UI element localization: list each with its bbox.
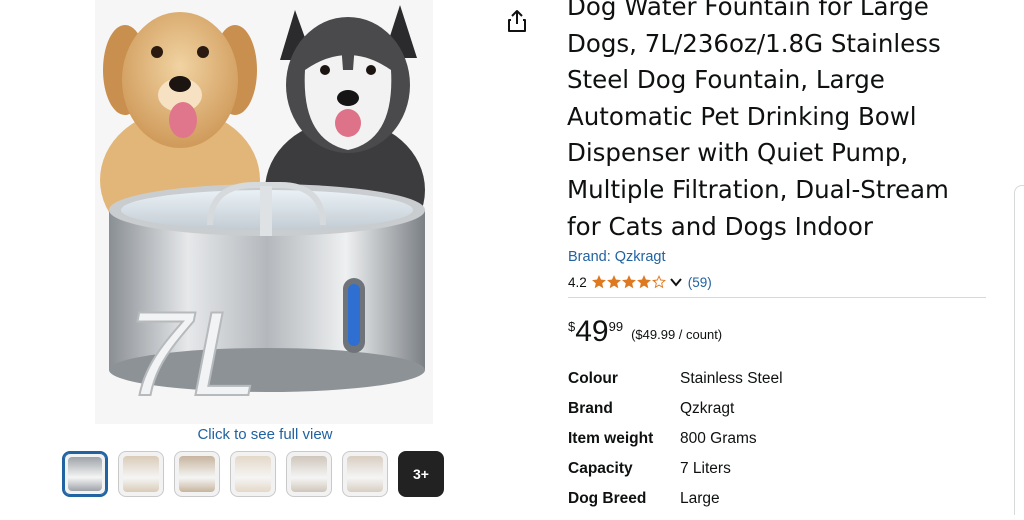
- spec-value: Qzkragt: [680, 400, 735, 417]
- thumbnail[interactable]: [342, 451, 388, 497]
- star-icon: [621, 275, 636, 289]
- thumbnail-strip: 3+: [62, 451, 444, 497]
- price-block: $ 49 99 ($49.99 / count): [568, 314, 722, 350]
- spec-label: Colour: [568, 370, 618, 387]
- spec-value: Stainless Steel: [680, 370, 783, 387]
- thumbnail[interactable]: [230, 451, 276, 497]
- main-product-image[interactable]: 7L: [95, 0, 433, 424]
- share-icon[interactable]: [504, 8, 530, 34]
- rating-row: 4.2 (59): [568, 273, 712, 291]
- star-icon: [606, 275, 621, 289]
- star-rating[interactable]: [591, 275, 666, 289]
- star-icon: [591, 275, 606, 289]
- spec-row: Item weight 800 Grams: [568, 430, 783, 460]
- star-icon: [636, 275, 651, 289]
- spec-label: Brand: [568, 400, 613, 417]
- thumbnail-image: [347, 456, 383, 492]
- spec-value: Large: [680, 490, 720, 507]
- thumbnail[interactable]: [286, 451, 332, 497]
- thumbnail-image: [291, 456, 327, 492]
- spec-value: 7 Liters: [680, 460, 731, 477]
- thumbnail[interactable]: [62, 451, 108, 497]
- fountain-image: 7L: [109, 182, 425, 422]
- spec-label: Item weight: [568, 430, 654, 447]
- brand-link[interactable]: Brand: Qzkragt: [568, 249, 666, 265]
- spec-label: Dog Breed: [568, 490, 647, 507]
- divider: [568, 297, 986, 298]
- price-fraction: 99: [608, 319, 624, 334]
- spec-row: Colour Stainless Steel: [568, 370, 783, 400]
- star-icon: [651, 275, 666, 289]
- price-currency: $: [568, 319, 576, 334]
- thumbnail[interactable]: [118, 451, 164, 497]
- product-specs-table: Colour Stainless Steel Brand Qzkragt Ite…: [568, 370, 783, 520]
- review-count-link[interactable]: (59): [688, 275, 712, 290]
- rating-value: 4.2: [568, 274, 587, 290]
- thumbnail-image: [179, 456, 215, 492]
- thumbnail-image: [68, 457, 102, 491]
- price-whole: 49: [575, 315, 609, 348]
- unit-price: ($49.99 / count): [631, 327, 723, 342]
- product-title: Dog Water Fountain for Large Dogs, 7L/23…: [567, 0, 949, 241]
- thumbnail-image: [123, 456, 159, 492]
- spec-label: Capacity: [568, 460, 633, 477]
- buy-box-edge: [1014, 185, 1024, 515]
- spec-row: Brand Qzkragt: [568, 400, 783, 430]
- thumbnail[interactable]: [174, 451, 220, 497]
- chevron-down-icon[interactable]: [669, 275, 683, 289]
- spec-row: Capacity 7 Liters: [568, 460, 783, 490]
- svg-text:7L: 7L: [125, 287, 258, 421]
- see-full-view-link[interactable]: Click to see full view: [170, 426, 360, 443]
- thumbnail-image: [235, 456, 271, 492]
- spec-row: Dog Breed Large: [568, 490, 783, 520]
- spec-value: 800 Grams: [680, 430, 757, 447]
- more-images-button[interactable]: 3+: [398, 451, 444, 497]
